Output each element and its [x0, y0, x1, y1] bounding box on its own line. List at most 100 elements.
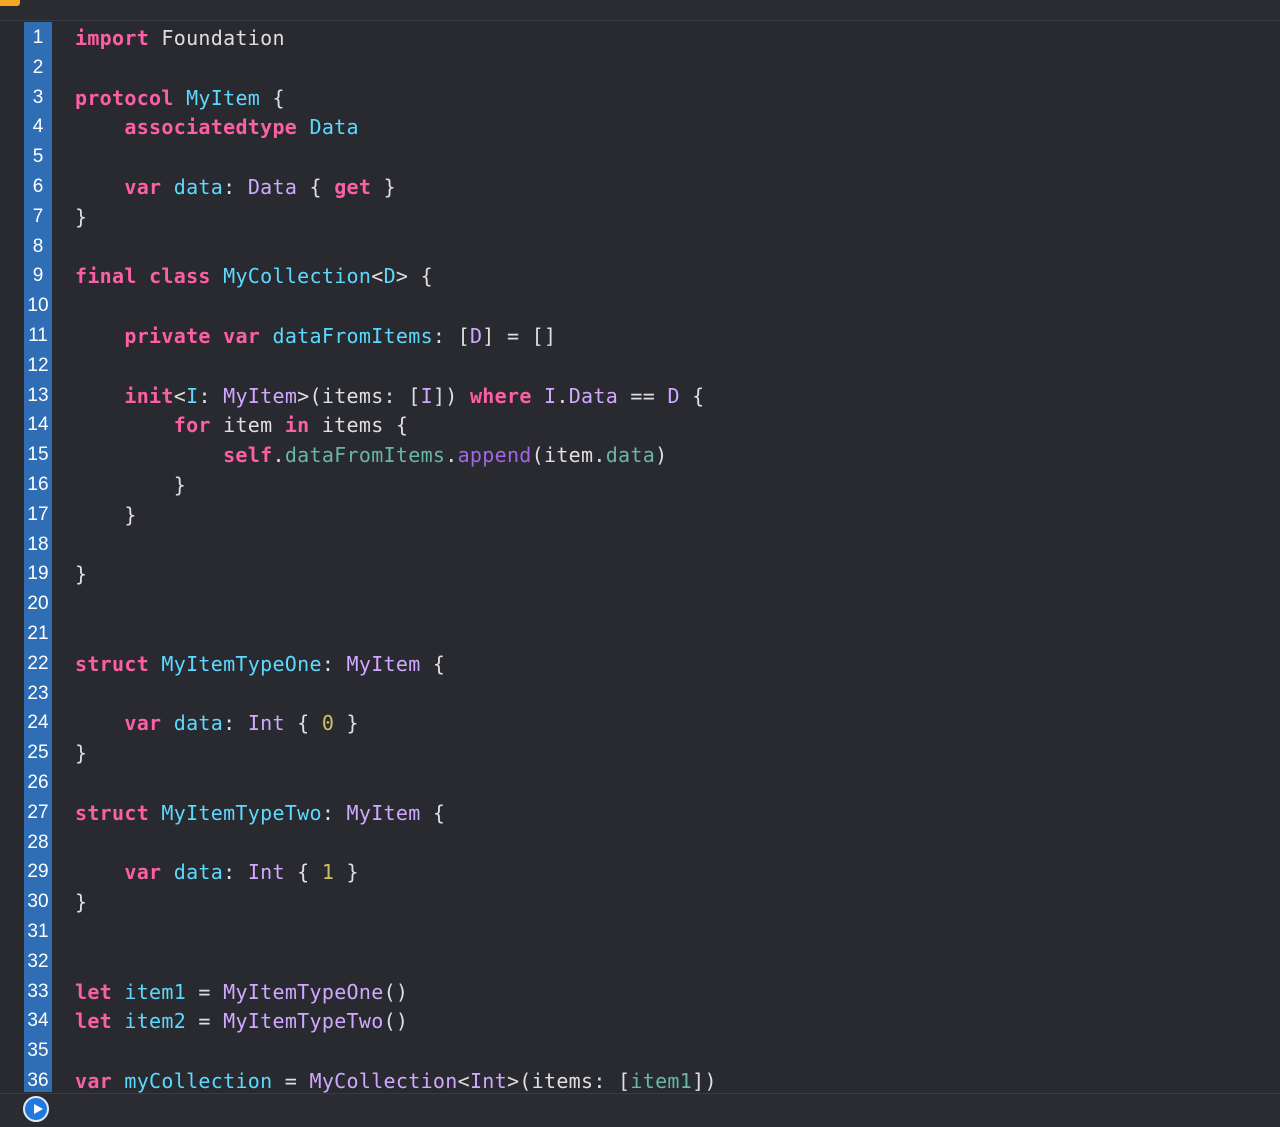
code-line[interactable]: 11 private var dataFromItems: [D] = []	[0, 321, 1280, 351]
code-text[interactable]: struct MyItemTypeOne: MyItem {	[75, 649, 445, 679]
code-line[interactable]: 4 associatedtype Data	[0, 112, 1280, 142]
code-token: MyItem	[186, 85, 261, 110]
code-line[interactable]: 21	[0, 619, 1280, 649]
code-text[interactable]: var data: Int { 1 }	[75, 857, 359, 887]
code-line[interactable]: 26	[0, 768, 1280, 798]
line-number: 18	[27, 533, 49, 555]
code-token: let	[75, 979, 113, 1004]
code-line[interactable]: 33 let item1 = MyItemTypeOne()	[0, 977, 1280, 1007]
code-token: protocol	[75, 85, 174, 110]
code-text[interactable]: let item2 = MyItemTypeTwo()	[75, 1006, 408, 1036]
code-token: import	[75, 26, 150, 50]
code-line[interactable]: 20	[0, 589, 1280, 619]
code-token: =	[186, 979, 224, 1004]
code-line[interactable]: 22 struct MyItemTypeOne: MyItem {	[0, 649, 1280, 679]
code-token: }	[75, 204, 88, 229]
code-token: Data	[568, 383, 619, 408]
code-line[interactable]: 34 let item2 = MyItemTypeTwo()	[0, 1006, 1280, 1036]
code-text[interactable]: let item1 = MyItemTypeOne()	[75, 977, 408, 1007]
code-text[interactable]: }	[75, 500, 137, 530]
code-line[interactable]: 30}	[0, 887, 1280, 917]
line-number: 4	[32, 116, 44, 138]
code-token: self	[223, 443, 273, 468]
code-line[interactable]: 5	[0, 142, 1280, 172]
code-token: var	[124, 860, 162, 885]
code-text[interactable]: }	[75, 887, 87, 917]
line-number: 17	[27, 503, 49, 525]
code-token: myCollection	[124, 1069, 273, 1093]
code-line[interactable]: 2	[0, 53, 1280, 83]
code-token: }	[334, 860, 359, 885]
code-line[interactable]: 23	[0, 679, 1280, 709]
code-line[interactable]: 16 }	[0, 470, 1280, 500]
code-line[interactable]: 7}	[0, 202, 1280, 232]
code-line[interactable]: 1 import Foundation	[0, 23, 1280, 53]
code-text[interactable]: }	[75, 202, 87, 232]
code-token: I	[544, 383, 557, 408]
code-token: dataFromItems	[272, 324, 433, 348]
code-token: for	[173, 413, 211, 438]
code-text[interactable]: private var dataFromItems: [D] = []	[75, 321, 556, 351]
line-number: 21	[27, 623, 49, 644]
code-line[interactable]: 29 var data: Int { 1 }	[0, 857, 1280, 887]
code-line[interactable]: 15 self.dataFromItems.append(item.data)	[0, 440, 1280, 470]
code-line[interactable]: 35	[0, 1036, 1280, 1066]
code-token: 0	[321, 711, 335, 736]
code-line[interactable]: 9 final class MyCollection<D> {	[0, 261, 1280, 291]
code-line[interactable]: 25}	[0, 738, 1280, 768]
code-text[interactable]: }	[75, 738, 87, 768]
code-line[interactable]: 14 for item in items {	[0, 410, 1280, 440]
code-line[interactable]: 36 var myCollection = MyCollection<Int>(i…	[0, 1066, 1280, 1096]
code-text[interactable]: var data: Data { get }	[75, 172, 396, 202]
code-token: append	[457, 443, 532, 468]
code-line[interactable]: 13 init<I: MyItem>(items: [I]) where I.D…	[0, 381, 1280, 411]
code-line[interactable]: 8	[0, 232, 1280, 262]
code-token: var	[223, 324, 261, 348]
line-number: 32	[27, 950, 49, 972]
code-text[interactable]: }	[75, 559, 87, 589]
code-text[interactable]: init<I: MyItem>(items: [I]) where I.Data…	[75, 381, 705, 411]
code-line[interactable]: 31	[0, 917, 1280, 947]
line-number: 6	[32, 176, 44, 197]
code-token: {	[679, 383, 705, 408]
code-text[interactable]: import Foundation	[75, 23, 285, 53]
code-line[interactable]: 3 protocol MyItem {	[0, 83, 1280, 113]
code-text[interactable]: }	[75, 470, 186, 500]
code-token: dataFromItems	[284, 443, 446, 468]
code-line[interactable]: 19}	[0, 559, 1280, 589]
code-line[interactable]: 17 }	[0, 500, 1280, 530]
code-text[interactable]: var data: Int { 0 }	[75, 708, 359, 738]
code-token: final	[75, 264, 137, 289]
code-token: data	[173, 175, 224, 199]
code-line[interactable]: 18	[0, 530, 1280, 560]
code-line[interactable]: 24 var data: Int { 0 }	[0, 708, 1280, 738]
play-circle-icon[interactable]	[23, 1096, 49, 1122]
code-token: MyItemTypeTwo	[223, 1009, 384, 1034]
code-text[interactable]: self.dataFromItems.append(item.data)	[75, 440, 667, 470]
warning-icon[interactable]	[0, 0, 20, 6]
code-text[interactable]: for item in items {	[75, 410, 408, 440]
code-token: }	[75, 562, 88, 587]
code-line[interactable]: 32	[0, 947, 1280, 977]
code-line[interactable]: 6 var data: Data { get }	[0, 172, 1280, 202]
line-number: 36	[27, 1070, 49, 1091]
code-token: MyItemTypeOne	[223, 979, 384, 1004]
code-line[interactable]: 28	[0, 828, 1280, 858]
code-text[interactable]: associatedtype Data	[75, 112, 359, 142]
code-token: Int	[469, 1069, 507, 1093]
code-text[interactable]: protocol MyItem {	[75, 83, 285, 113]
code-text[interactable]: final class MyCollection<D> {	[75, 261, 433, 291]
line-number: 19	[27, 563, 49, 585]
code-token: MyItem	[346, 800, 421, 825]
code-token: }	[75, 890, 88, 915]
code-token: Foundation	[149, 26, 285, 50]
code-line[interactable]: 10	[0, 291, 1280, 321]
code-text[interactable]: var myCollection = MyCollection<Int>(ite…	[75, 1066, 717, 1096]
code-line[interactable]: 27 struct MyItemTypeTwo: MyItem {	[0, 798, 1280, 828]
code-line[interactable]: 12	[0, 351, 1280, 381]
code-text[interactable]: struct MyItemTypeTwo: MyItem {	[75, 798, 445, 828]
